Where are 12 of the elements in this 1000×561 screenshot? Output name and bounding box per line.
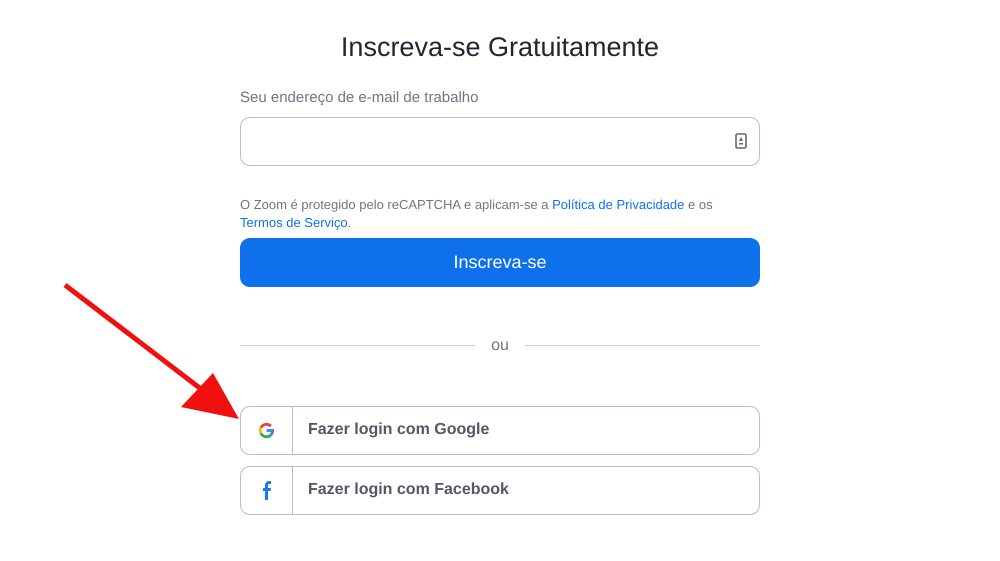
- email-label: Seu endereço de e-mail de trabalho: [240, 88, 480, 108]
- legal-text: O Zoom é protegido pelo reCAPTCHA e aplicam-se a Política de Privacidade e os Termos de Serviço.: [240, 196, 714, 232]
- google-logo-icon: [257, 420, 276, 440]
- signup-button[interactable]: Inscreva-se: [240, 238, 760, 287]
- social-login-button[interactable]: Fazer login com Facebook: [240, 466, 760, 515]
- legal-link[interactable]: Termos de Serviço: [240, 214, 348, 230]
- legal-link[interactable]: Política de Privacidade: [552, 196, 684, 212]
- facebook-logo-icon: [262, 480, 272, 500]
- email-field[interactable]: [240, 116, 760, 166]
- page-title: Inscreva-se Gratuitamente: [340, 31, 660, 64]
- contact-card-icon[interactable]: [735, 133, 747, 150]
- divider-text: ou: [491, 336, 509, 356]
